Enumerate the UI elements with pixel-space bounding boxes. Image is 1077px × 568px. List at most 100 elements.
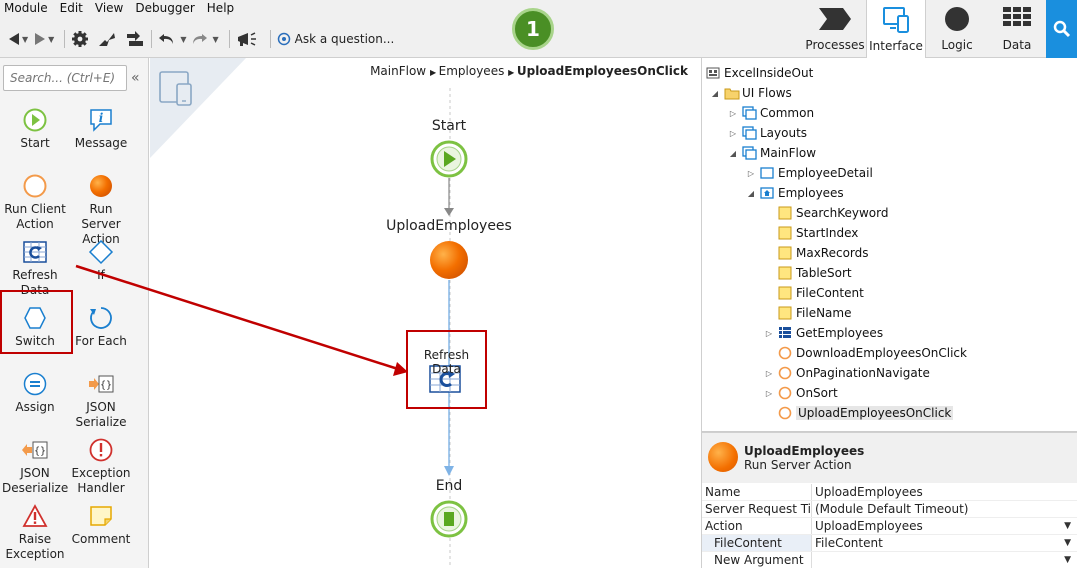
interface-icon (883, 7, 909, 33)
expanded-arrow-icon[interactable]: ◢ (746, 189, 756, 198)
tree-item-ui-flows[interactable]: ◢ UI Flows (710, 83, 792, 103)
collapsed-arrow-icon[interactable]: ▷ (728, 129, 738, 138)
menu-edit[interactable]: Edit (54, 0, 89, 18)
collapsed-arrow-icon[interactable]: ▷ (728, 109, 738, 118)
for-each-icon (90, 307, 112, 329)
tree-item-client-action[interactable]: ▷ OnSort (764, 383, 838, 403)
tool-for-each[interactable]: For Each (68, 304, 134, 349)
tree-item-layouts[interactable]: ▷ Layouts (728, 123, 807, 143)
message-icon: i (90, 109, 112, 132)
collapse-icon[interactable]: « (131, 70, 140, 86)
tool-raise-exception[interactable]: Raise Exception (2, 502, 68, 562)
start-node[interactable] (430, 140, 468, 178)
svg-text:i: i (99, 111, 104, 125)
tool-start[interactable]: Start (2, 106, 68, 151)
tree-item-module[interactable]: ExcelInsideOut (706, 63, 813, 83)
svg-text:{}: {} (100, 380, 112, 391)
property-row-name[interactable]: Name UploadEmployees (702, 484, 1077, 501)
collapsed-arrow-icon[interactable]: ▷ (764, 369, 774, 378)
collapsed-arrow-icon[interactable]: ▷ (764, 389, 774, 398)
tree-item-variable[interactable]: StartIndex (778, 223, 858, 243)
forward-dropdown-icon[interactable]: ▼ (48, 28, 54, 50)
back-dropdown-icon[interactable]: ▼ (22, 28, 28, 50)
tool-if[interactable]: If (68, 238, 134, 283)
tree-item-variable[interactable]: FileContent (778, 283, 864, 303)
dropdown-arrow-icon[interactable]: ▼ (1064, 535, 1071, 551)
search-button[interactable] (1046, 0, 1077, 58)
breadcrumb-employees[interactable]: Employees (439, 64, 505, 78)
property-row-filecontent[interactable]: FileContent FileContent ▼ (702, 535, 1077, 552)
refresh-data-node-highlight: Refresh Data (406, 330, 487, 409)
collapsed-arrow-icon[interactable]: ▷ (746, 169, 756, 178)
toolbox-search-input[interactable] (3, 65, 127, 91)
refresh-data-highlight (0, 290, 73, 354)
breadcrumb-separator-icon: ▶ (508, 68, 517, 77)
tool-refresh-data[interactable]: Refresh Data (2, 238, 68, 298)
undo-dropdown-icon[interactable]: ▼ (180, 28, 186, 50)
property-row-action[interactable]: Action UploadEmployees ▼ (702, 518, 1077, 535)
elements-tree: ExcelInsideOut ◢ UI Flows ▷ Common ▷ Lay… (702, 58, 1077, 432)
merge-icon[interactable] (125, 28, 145, 50)
tree-item-getemployees[interactable]: ▷ GetEmployees (764, 323, 883, 343)
undo-icon[interactable] (158, 28, 176, 50)
dropdown-arrow-icon[interactable]: ▼ (1064, 552, 1071, 568)
back-icon[interactable] (6, 28, 22, 50)
client-action-icon (778, 406, 792, 420)
tab-logic[interactable]: Logic (927, 0, 987, 58)
expanded-arrow-icon[interactable]: ◢ (728, 149, 738, 158)
redo-dropdown-icon[interactable]: ▼ (212, 28, 218, 50)
tool-run-client-action[interactable]: Run Client Action (2, 172, 68, 232)
tree-item-variable[interactable]: SearchKeyword (778, 203, 888, 223)
menu-view[interactable]: View (89, 0, 129, 18)
svg-text:{}: {} (34, 446, 46, 457)
aggregate-icon (778, 326, 792, 340)
tree-item-employeedetail[interactable]: ▷ EmployeeDetail (746, 163, 873, 183)
tool-exception-handler[interactable]: Exception Handler (68, 436, 134, 496)
json-deserialize-icon: {} (22, 441, 48, 459)
end-node[interactable] (430, 500, 468, 538)
megaphone-icon[interactable] (236, 28, 258, 50)
menu-help[interactable]: Help (201, 0, 240, 18)
tab-data[interactable]: Data (987, 0, 1047, 58)
collapsed-arrow-icon[interactable]: ▷ (764, 329, 774, 338)
property-row-timeout[interactable]: Server Request Ti... (Module Default Tim… (702, 501, 1077, 518)
breadcrumb: MainFlow ▶ Employees ▶ UploadEmployeesOn… (370, 64, 688, 78)
community-icon[interactable] (277, 28, 291, 50)
expanded-arrow-icon[interactable]: ◢ (710, 89, 720, 98)
dropdown-arrow-icon[interactable]: ▼ (1064, 518, 1071, 534)
tab-processes[interactable]: Processes (805, 0, 865, 58)
tree-item-employees[interactable]: ◢ Employees (746, 183, 844, 203)
tool-json-serialize[interactable]: {} JSON Serialize (68, 370, 134, 430)
tree-item-client-action[interactable]: DownloadEmployeesOnClick (778, 343, 967, 363)
client-action-icon (778, 346, 792, 360)
gear-icon[interactable] (71, 28, 89, 50)
breadcrumb-mainflow[interactable]: MainFlow (370, 64, 426, 78)
run-server-action-node[interactable] (430, 241, 468, 279)
tool-json-deserialize[interactable]: {} JSON Deserialize (2, 436, 68, 496)
tool-comment[interactable]: Comment (68, 502, 134, 547)
tab-interface[interactable]: Interface (866, 0, 926, 59)
menu-debugger[interactable]: Debugger (129, 0, 200, 18)
json-serialize-icon: {} (89, 375, 114, 393)
property-row-new-argument[interactable]: New Argument ▼ (702, 552, 1077, 568)
publish-icon[interactable] (97, 28, 117, 50)
tool-message[interactable]: i Message (68, 106, 134, 151)
tree-item-variable[interactable]: FileName (778, 303, 851, 323)
tool-run-server-action[interactable]: Run Server Action (68, 172, 134, 247)
flow-canvas[interactable]: MainFlow ▶ Employees ▶ UploadEmployeesOn… (150, 58, 700, 568)
variable-icon (778, 206, 792, 220)
breadcrumb-current: UploadEmployeesOnClick (516, 64, 688, 78)
variable-icon (778, 246, 792, 260)
tree-item-common[interactable]: ▷ Common (728, 103, 814, 123)
tree-item-variable[interactable]: TableSort (778, 263, 852, 283)
tree-item-client-action[interactable]: ▷ OnPaginationNavigate (764, 363, 930, 383)
ask-question-link[interactable]: Ask a question... (295, 32, 395, 46)
processes-icon (819, 8, 851, 30)
tree-item-client-action-selected[interactable]: UploadEmployeesOnClick (778, 403, 954, 423)
menu-module[interactable]: Module (0, 0, 54, 18)
tree-item-variable[interactable]: MaxRecords (778, 243, 869, 263)
forward-icon[interactable] (32, 28, 48, 50)
tool-assign[interactable]: Assign (2, 370, 68, 415)
redo-icon[interactable] (190, 28, 208, 50)
tree-item-mainflow[interactable]: ◢ MainFlow (728, 143, 816, 163)
